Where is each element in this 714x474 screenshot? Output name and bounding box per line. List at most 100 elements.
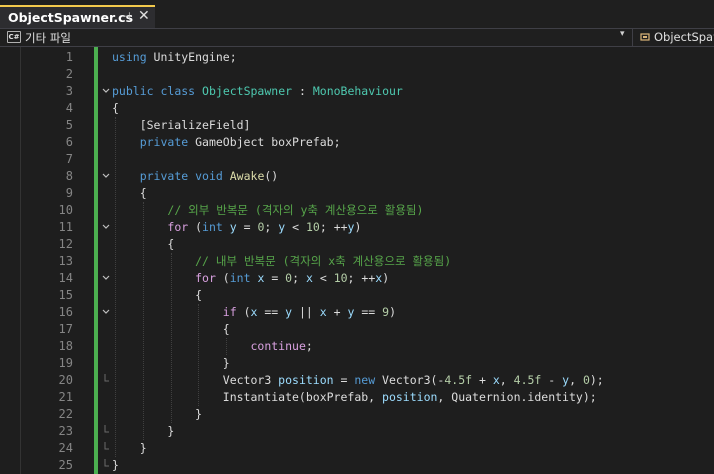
line-number: 23 (58, 424, 73, 438)
class-dropdown[interactable]: ObjectSpawner (654, 30, 714, 44)
code-token: ); (589, 373, 604, 387)
code-token: x (492, 373, 500, 387)
code-token: < (285, 220, 306, 234)
fold-chevron-icon[interactable] (101, 270, 111, 287)
code-token: { (112, 186, 147, 200)
fold-chevron-icon[interactable] (101, 304, 111, 321)
code-token: { (112, 288, 203, 302)
code-token: ( (188, 220, 203, 234)
nav-divider (632, 29, 633, 46)
code-line[interactable]: 1 using UnityEngine; (0, 49, 714, 66)
code-text: if (x == y || x + y == 9) (112, 304, 396, 321)
code-token: ; (305, 339, 313, 353)
code-text: public class ObjectSpawner : MonoBehavio… (112, 83, 403, 100)
code-lines: 1 using UnityEngine; 2 3 public class Object… (0, 49, 714, 474)
line-number: 18 (58, 339, 73, 353)
code-line[interactable]: 4{ (0, 100, 714, 117)
code-line[interactable]: 18 continue; (0, 338, 714, 355)
code-line[interactable]: 8 private void Awake() (0, 168, 714, 185)
code-token: } (112, 356, 230, 370)
code-token: 0 (582, 373, 590, 387)
code-text: Vector3 position = new Vector3(-4.5f + x… (112, 372, 604, 389)
code-token: || (292, 305, 320, 319)
fold-chevron-icon[interactable] (101, 168, 111, 185)
code-token: , (499, 373, 514, 387)
code-line[interactable]: 16 if (x == y || x + y == 9) (0, 304, 714, 321)
fold-chevron-icon[interactable] (101, 83, 111, 100)
code-line[interactable]: 7 (0, 151, 714, 168)
line-number: 6 (65, 135, 73, 149)
code-token: using (112, 50, 147, 64)
code-token: , Quaternion.identity); (437, 390, 597, 404)
line-number: 21 (58, 390, 73, 404)
code-token: UnityEngine; (146, 50, 237, 64)
code-text: { (112, 236, 174, 253)
line-number: 15 (58, 288, 73, 302)
code-line[interactable]: 12 { (0, 236, 714, 253)
line-number: 3 (65, 84, 73, 98)
code-token: y (229, 220, 237, 234)
code-line[interactable]: 17 { (0, 321, 714, 338)
code-token: ; (292, 271, 306, 285)
tab-objectspawner[interactable]: ObjectSpawner.cs ⊣ ✕ (0, 5, 155, 28)
code-token: GameObject boxPrefab; (188, 135, 341, 149)
chevron-down-icon[interactable]: ▾ (620, 29, 625, 39)
code-line[interactable]: 5 [SerializeField] (0, 117, 714, 134)
code-editor[interactable]: 1 using UnityEngine; 2 3 public class Object… (0, 47, 714, 474)
line-number: 10 (58, 203, 73, 217)
code-token: = (236, 220, 258, 234)
tab-title: ObjectSpawner.cs (8, 10, 134, 25)
code-line[interactable]: 9 { (0, 185, 714, 202)
code-text: [SerializeField] (112, 117, 251, 134)
fold-end-icon (104, 425, 109, 433)
code-token: { (112, 237, 175, 251)
code-text: // 외부 반복문 (격자의 y축 계산용으로 활용됨) (112, 202, 423, 219)
code-token: = (333, 373, 355, 387)
code-line[interactable]: 25} (0, 457, 714, 474)
code-line[interactable]: 13 // 내부 반복문 (격자의 x축 계산용으로 활용됨) (0, 253, 714, 270)
code-text: } (112, 440, 147, 457)
code-text: } (112, 457, 119, 474)
line-number: 16 (58, 305, 73, 319)
pin-icon[interactable]: ⊣ (121, 10, 131, 23)
close-icon[interactable]: ✕ (138, 8, 150, 24)
code-token: ObjectSpawner (202, 84, 293, 98)
code-token: } (112, 424, 175, 438)
code-line[interactable]: 19 } (0, 355, 714, 372)
code-line[interactable]: 21 Instantiate(boxPrefab, position, Quat… (0, 389, 714, 406)
code-line[interactable]: 24 } (0, 440, 714, 457)
line-number: 11 (58, 220, 73, 234)
code-line[interactable]: 10 // 외부 반복문 (격자의 y축 계산용으로 활용됨) (0, 202, 714, 219)
code-token: Awake (229, 169, 265, 183)
csharp-file-icon: C# (7, 31, 21, 43)
code-token: MonoBehaviour (312, 84, 403, 98)
code-token: == (354, 305, 383, 319)
code-line[interactable]: 23 } (0, 423, 714, 440)
line-number: 5 (65, 118, 73, 132)
code-token: + (472, 373, 493, 387)
code-token: class (160, 84, 196, 98)
code-line[interactable]: 6 private GameObject boxPrefab; (0, 134, 714, 151)
fold-chevron-icon[interactable] (101, 219, 111, 236)
code-text: Instantiate(boxPrefab, position, Quatern… (112, 389, 597, 406)
line-number: 12 (58, 237, 73, 251)
code-line[interactable]: 20 Vector3 position = new Vector3(-4.5f … (0, 372, 714, 389)
line-number: 9 (65, 186, 73, 200)
code-line[interactable]: 22 } (0, 406, 714, 423)
project-dropdown[interactable]: 기타 파일 (25, 30, 71, 46)
class-icon (640, 33, 650, 41)
code-line[interactable]: 3 public class ObjectSpawner : MonoBehavi… (0, 83, 714, 100)
code-line[interactable]: 11 for (int y = 0; y < 10; ++y) (0, 219, 714, 236)
line-number: 2 (65, 67, 73, 81)
document-tab-strip: ObjectSpawner.cs ⊣ ✕ (0, 0, 714, 28)
line-number: 14 (58, 271, 73, 285)
code-line[interactable]: 14 for (int x = 0; x < 10; ++x) (0, 270, 714, 287)
line-number: 24 (58, 441, 73, 455)
code-line[interactable]: 15 { (0, 287, 714, 304)
code-token: ) (382, 271, 390, 285)
code-line[interactable]: 2 (0, 66, 714, 83)
